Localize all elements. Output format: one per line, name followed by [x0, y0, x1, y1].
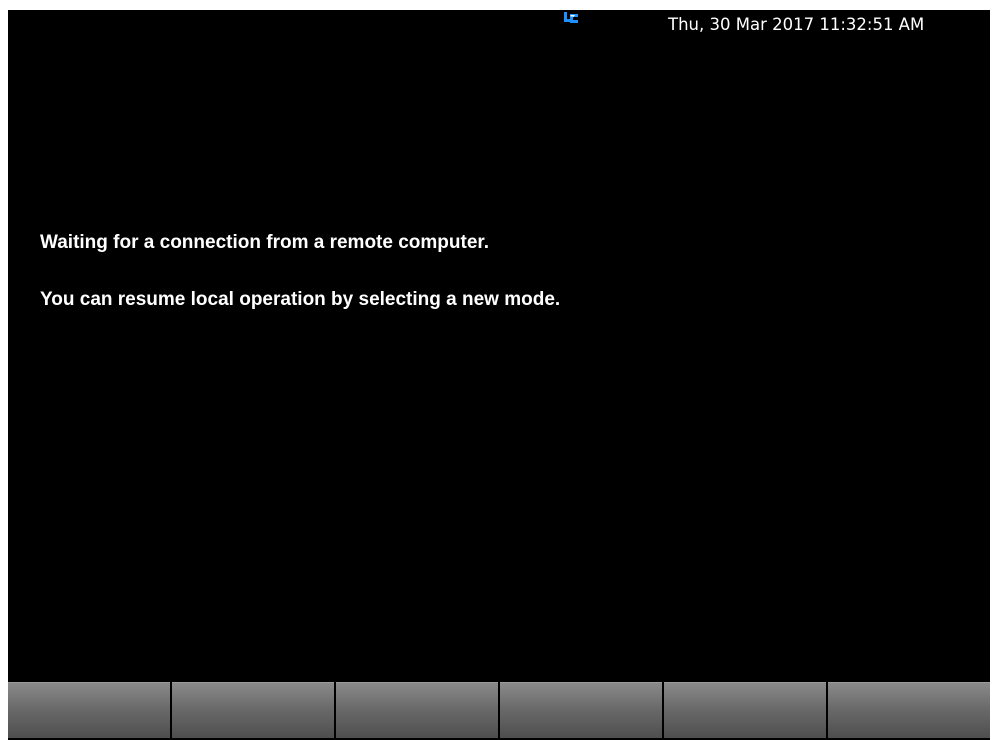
- remote-control-icon: [562, 11, 580, 27]
- softkey-3[interactable]: [336, 682, 498, 738]
- softkey-5[interactable]: [664, 682, 826, 738]
- resume-local-message: You can resume local operation by select…: [40, 289, 561, 310]
- softkey-1[interactable]: [8, 682, 170, 738]
- display-screen: Thu, 30 Mar 2017 11:32:51 AM Waiting for…: [8, 10, 990, 740]
- remote-wait-message: Waiting for a connection from a remote c…: [40, 232, 490, 253]
- instrument-frame: Thu, 30 Mar 2017 11:32:51 AM Waiting for…: [0, 0, 992, 740]
- softkey-6[interactable]: [828, 682, 990, 738]
- status-bar: Thu, 30 Mar 2017 11:32:51 AM: [8, 10, 990, 36]
- softkey-2[interactable]: [172, 682, 334, 738]
- softkey-4[interactable]: [500, 682, 662, 738]
- softkey-bar: [8, 682, 990, 740]
- datetime-label: Thu, 30 Mar 2017 11:32:51 AM: [668, 15, 925, 34]
